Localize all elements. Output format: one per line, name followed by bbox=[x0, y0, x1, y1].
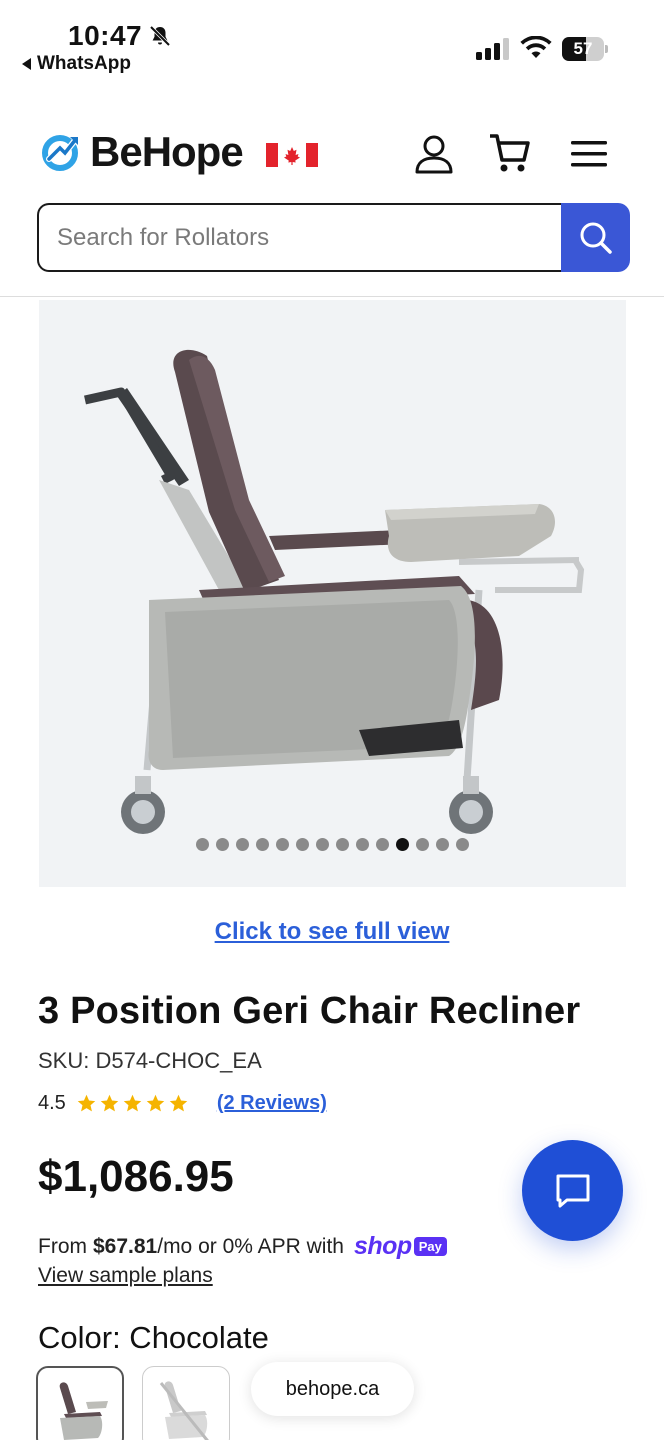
rating-stars bbox=[76, 1093, 189, 1114]
star-icon bbox=[169, 1094, 188, 1112]
chocolate-chair-thumbnail bbox=[59, 1382, 108, 1440]
cart-icon[interactable] bbox=[488, 132, 532, 176]
search-button[interactable] bbox=[561, 203, 630, 272]
logo-mark-icon bbox=[42, 135, 79, 171]
gallery-dot[interactable] bbox=[196, 838, 209, 851]
installments-prefix: From bbox=[38, 1234, 87, 1258]
rating-value: 4.5 bbox=[38, 1092, 66, 1114]
shop-pay-badge: Pay bbox=[413, 1237, 447, 1256]
gallery-pagination[interactable] bbox=[39, 838, 626, 851]
gallery-dot[interactable] bbox=[436, 838, 449, 851]
gallery-dot[interactable] bbox=[296, 838, 309, 851]
wifi-icon bbox=[520, 36, 552, 58]
full-view-link[interactable]: Click to see full view bbox=[0, 918, 664, 946]
status-time: 10:47 bbox=[68, 20, 143, 51]
logo-text: BeHope bbox=[90, 128, 244, 175]
star-icon bbox=[123, 1094, 142, 1112]
bell-slash-icon bbox=[149, 25, 171, 47]
battery-percent: 57 bbox=[573, 39, 593, 58]
color-swatch-chocolate[interactable] bbox=[36, 1366, 124, 1440]
canada-flag-icon bbox=[266, 143, 318, 167]
sample-plans-link[interactable]: View sample plans bbox=[38, 1264, 213, 1288]
gallery-dot[interactable] bbox=[316, 838, 329, 851]
installments-amount: $67.81 bbox=[93, 1234, 158, 1258]
gallery-dot[interactable] bbox=[416, 838, 429, 851]
battery-icon: 57 bbox=[562, 37, 608, 61]
gallery-dot[interactable] bbox=[356, 838, 369, 851]
reviews-link[interactable]: (2 Reviews) bbox=[217, 1092, 327, 1115]
star-icon bbox=[146, 1094, 165, 1112]
gallery-dot[interactable] bbox=[376, 838, 389, 851]
product-price: $1,086.95 bbox=[38, 1152, 234, 1201]
rating-row: 4.5 (2 Reviews) bbox=[38, 1092, 327, 1115]
url-pill[interactable]: behope.ca bbox=[251, 1362, 414, 1416]
shop-pay-logo: shop Pay bbox=[354, 1232, 447, 1261]
gallery-dot[interactable] bbox=[396, 838, 409, 851]
chat-icon bbox=[556, 1174, 589, 1207]
chat-button[interactable] bbox=[522, 1140, 623, 1241]
star-icon bbox=[100, 1094, 119, 1112]
search-input[interactable] bbox=[37, 203, 565, 272]
search-bar bbox=[37, 203, 630, 272]
back-arrow-icon bbox=[22, 58, 31, 70]
back-to-app-button[interactable]: WhatsApp bbox=[22, 53, 131, 75]
search-icon bbox=[580, 222, 612, 254]
product-sku: SKU: D574-CHOC_EA bbox=[38, 1048, 262, 1073]
site-header: BeHope bbox=[0, 110, 664, 196]
chair-wheels bbox=[121, 776, 493, 834]
installments-text: From $67.81 /mo or 0% APR with shop Pay bbox=[38, 1232, 447, 1261]
gallery-dot[interactable] bbox=[276, 838, 289, 851]
battery-body: 57 bbox=[562, 37, 604, 61]
battery-cap bbox=[605, 45, 608, 53]
signal-icon bbox=[476, 38, 509, 60]
gallery-dot[interactable] bbox=[236, 838, 249, 851]
logo[interactable]: BeHope bbox=[40, 128, 244, 176]
account-icon[interactable] bbox=[412, 132, 456, 176]
menu-icon[interactable] bbox=[567, 132, 611, 176]
back-app-label: WhatsApp bbox=[37, 53, 131, 74]
color-swatch-other[interactable] bbox=[142, 1366, 230, 1440]
color-label: Color: Chocolate bbox=[38, 1320, 269, 1355]
gallery-dot[interactable] bbox=[256, 838, 269, 851]
installments-suffix: /mo or 0% APR with bbox=[157, 1234, 344, 1258]
header-divider bbox=[0, 296, 664, 297]
other-color-chair-thumbnail bbox=[159, 1381, 209, 1440]
product-image-gallery[interactable] bbox=[39, 300, 626, 887]
gallery-dot[interactable] bbox=[216, 838, 229, 851]
star-icon bbox=[77, 1094, 96, 1112]
shop-pay-word: shop bbox=[353, 1232, 412, 1260]
geri-chair-image bbox=[84, 349, 585, 834]
status-bar: 10:47 WhatsApp 57 bbox=[0, 0, 664, 86]
gallery-dot[interactable] bbox=[336, 838, 349, 851]
gallery-dot[interactable] bbox=[456, 838, 469, 851]
product-title: 3 Position Geri Chair Recliner bbox=[38, 990, 581, 1032]
